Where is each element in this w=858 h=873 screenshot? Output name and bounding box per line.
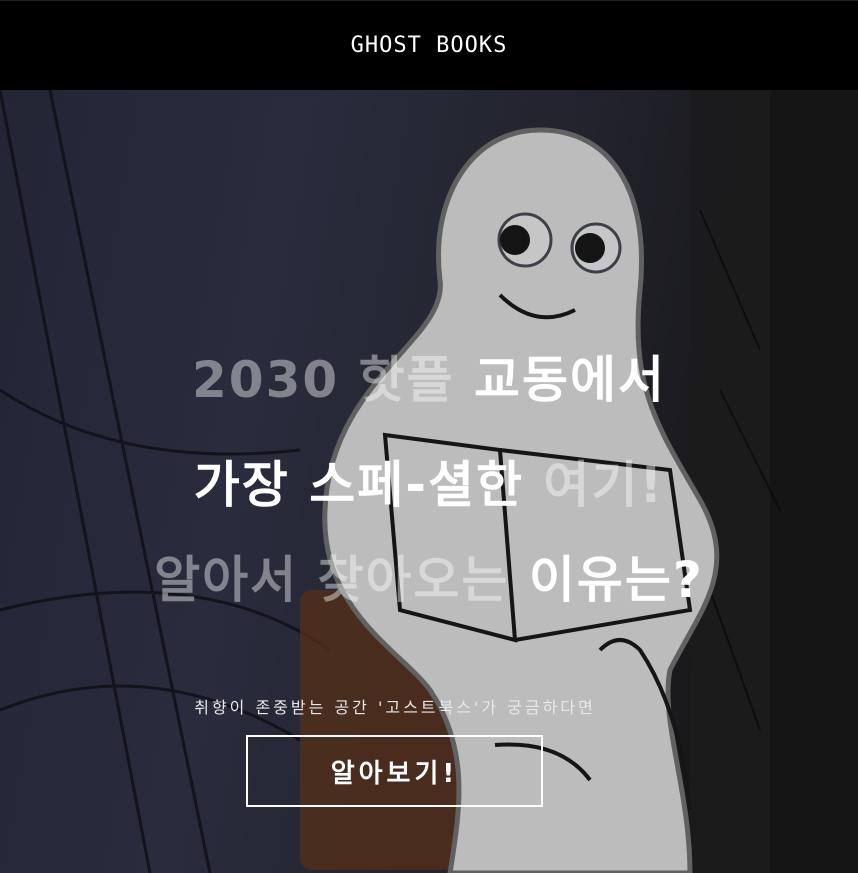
headline-line-1-bright: 교동에서 bbox=[473, 351, 666, 409]
headline-line-2: 가장 스페-셜한 여기! bbox=[0, 460, 858, 510]
headline-line-2-bright: 가장 스페-셜한 bbox=[193, 456, 544, 514]
learn-more-button[interactable]: 알아보기! bbox=[246, 735, 543, 807]
site-logo[interactable]: GHOST BOOKS bbox=[351, 33, 508, 58]
headline-line-1: 2030 핫플 교동에서 bbox=[0, 355, 858, 405]
headline-line-1-dim: 2030 핫플 bbox=[192, 351, 474, 409]
headline-line-3-bright: 이유는? bbox=[528, 551, 704, 609]
headline-line-2-dim: 여기! bbox=[543, 456, 665, 514]
hero-section: 2030 핫플 교동에서 가장 스페-셜한 여기! 알아서 찾아오는 이유는? … bbox=[0, 90, 858, 873]
site-header: GHOST BOOKS bbox=[0, 0, 858, 90]
hero-subtitle: 취향이 존중받는 공간 '고스트북스'가 궁금하다면 bbox=[194, 698, 596, 717]
headline-line-3-dim: 알아서 찾아오는 bbox=[154, 551, 529, 609]
headline-line-3: 알아서 찾아오는 이유는? bbox=[0, 555, 858, 605]
